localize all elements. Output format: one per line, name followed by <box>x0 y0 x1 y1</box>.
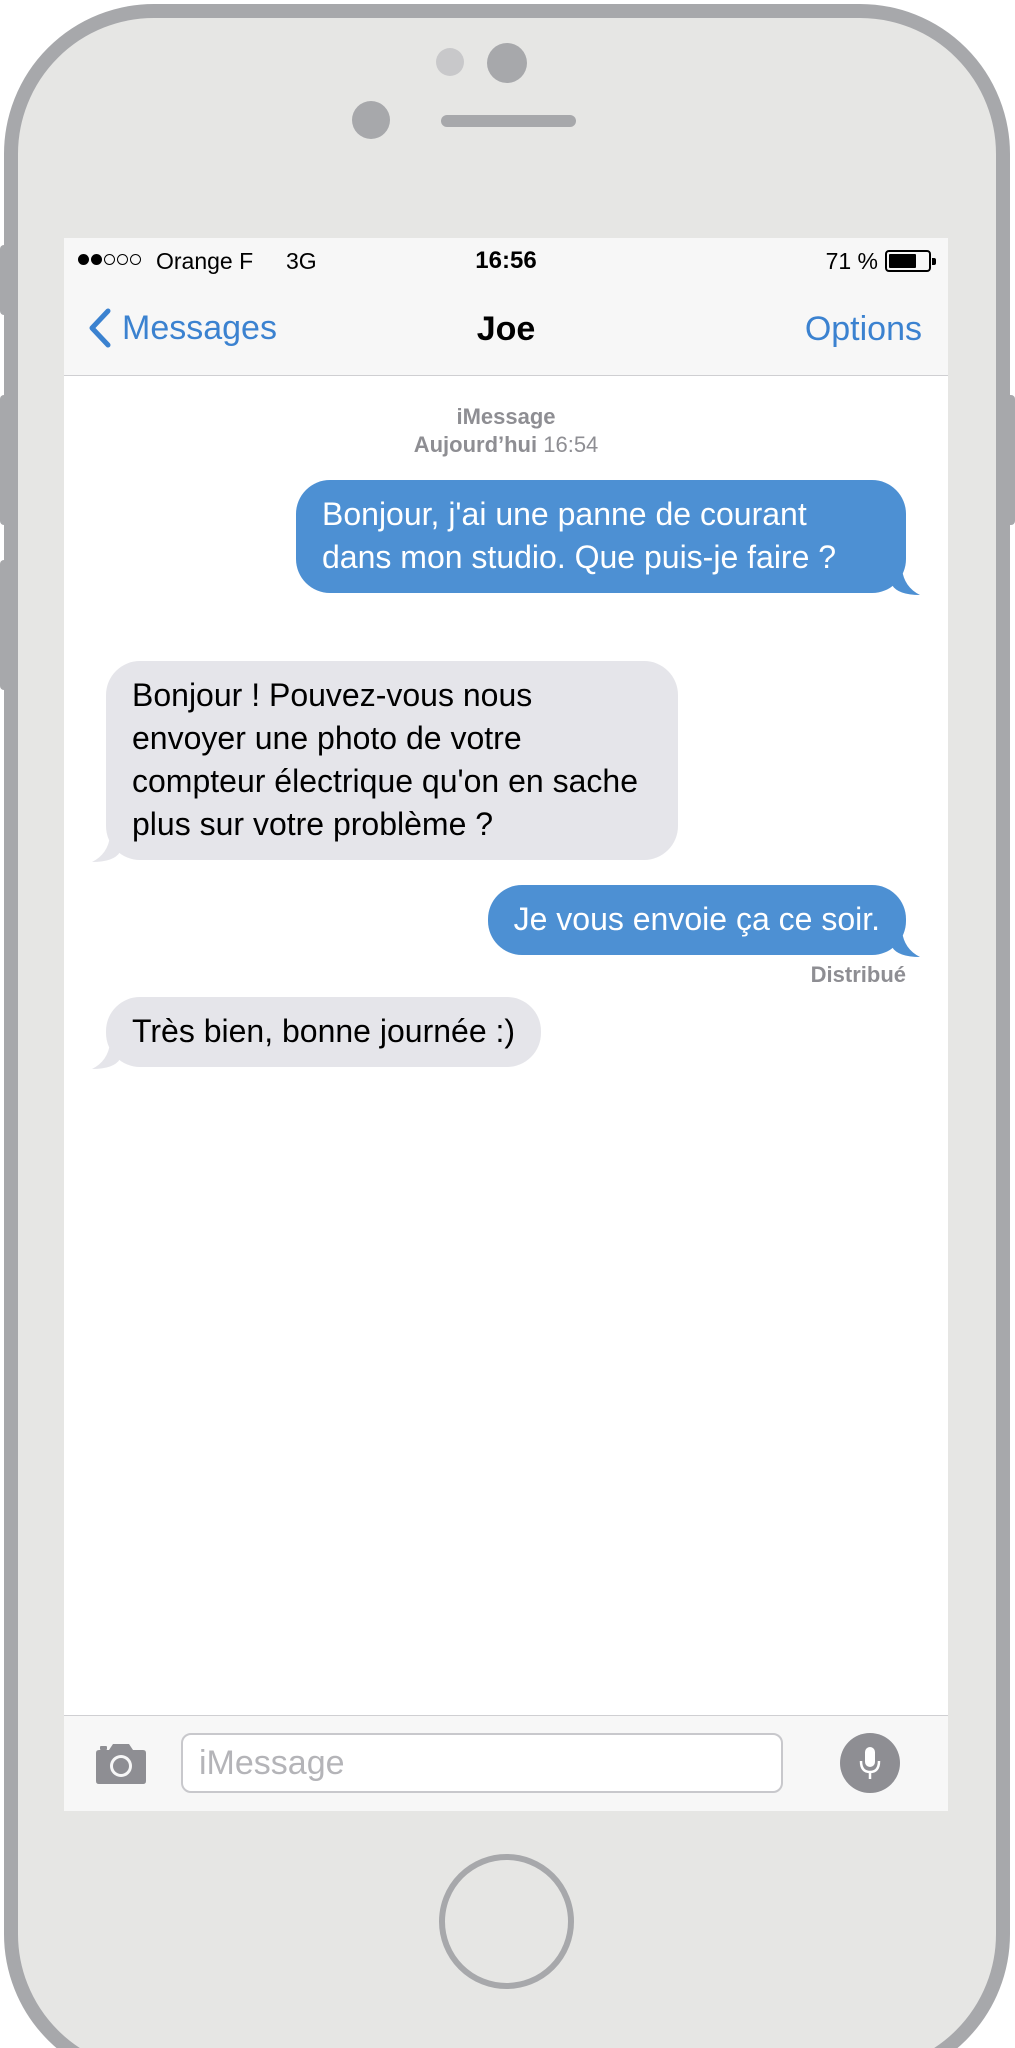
camera-icon <box>96 1744 146 1784</box>
delivery-status: Distribué <box>810 962 906 987</box>
power-button <box>1005 395 1015 525</box>
screen: Orange F 3G 16:56 71 % Messages Joe Opti… <box>64 238 948 1811</box>
battery-level-fill <box>889 254 916 268</box>
bubble-tail <box>92 836 120 862</box>
microphone-icon <box>859 1747 881 1779</box>
battery-percentage: 71 % <box>825 248 878 274</box>
message-bubble-outgoing[interactable]: Je vous envoie ça ce soir. <box>487 885 920 957</box>
status-time: 16:56 <box>475 247 537 274</box>
silent-switch <box>0 245 10 315</box>
message-bubble-outgoing[interactable]: Bonjour, j'ai une panne de courant dans … <box>296 480 920 595</box>
service-label: iMessage <box>456 404 556 429</box>
message-input-placeholder: iMessage <box>199 1744 345 1782</box>
message-text: Bonjour ! Pouvez-vous nous envoyer une p… <box>132 677 638 842</box>
conversation-header: iMessage Aujourd’hui 16:54 <box>64 404 948 458</box>
battery-tip <box>932 258 936 265</box>
phone-mockup: Orange F 3G 16:56 71 % Messages Joe Opti… <box>0 0 1015 2048</box>
proximity-sensor <box>436 48 464 76</box>
message-text: Je vous envoie ça ce soir. <box>513 901 880 937</box>
top-bars: Orange F 3G 16:56 71 % Messages Joe Opti… <box>64 238 948 376</box>
bubble-tail <box>892 931 920 957</box>
home-button[interactable] <box>439 1854 574 1989</box>
timestamp-time: 16:54 <box>543 432 599 457</box>
message-bubble-incoming[interactable]: Bonjour ! Pouvez-vous nous envoyer une p… <box>92 661 678 862</box>
options-button[interactable]: Options <box>805 310 922 349</box>
message-text: Très bien, bonne journée :) <box>132 1013 516 1049</box>
message-input-bar: iMessage <box>64 1715 948 1811</box>
status-bar: Orange F 3G 16:56 71 % <box>64 238 948 284</box>
volume-up-button <box>0 395 10 525</box>
microphone-button[interactable] <box>840 1733 900 1793</box>
light-sensor <box>352 101 390 139</box>
message-input[interactable]: iMessage <box>181 1733 783 1793</box>
camera-button[interactable] <box>94 1744 148 1789</box>
battery-icon <box>885 250 936 272</box>
earpiece-speaker <box>441 115 576 127</box>
bubble-tail <box>92 1043 120 1069</box>
bubble-tail <box>892 569 920 595</box>
message-text: Bonjour, j'ai une panne de courant dans … <box>322 496 837 575</box>
navigation-bar: Messages Joe Options <box>64 284 948 376</box>
message-bubble-incoming[interactable]: Très bien, bonne journée :) <box>92 997 542 1069</box>
front-camera <box>487 43 527 83</box>
volume-down-button <box>0 560 10 690</box>
timestamp-day: Aujourd’hui <box>413 432 538 457</box>
timestamp: Aujourd’hui 16:54 <box>64 432 948 458</box>
